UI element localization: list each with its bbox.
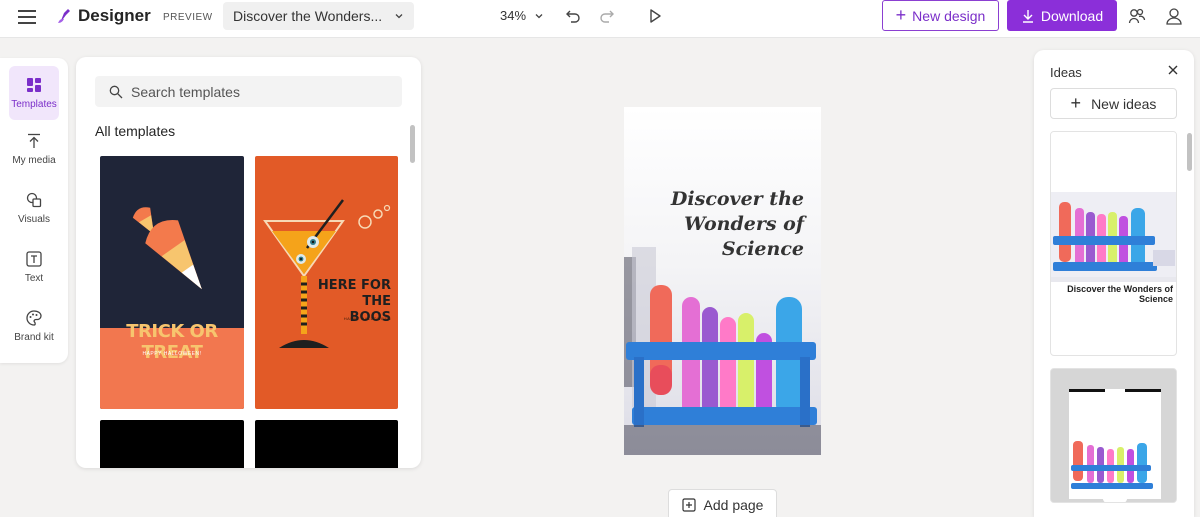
- add-page-label: Add page: [703, 497, 764, 513]
- new-ideas-label: New ideas: [1091, 95, 1157, 112]
- search-box[interactable]: [95, 76, 402, 107]
- rail-item-visuals[interactable]: Visuals: [0, 181, 68, 235]
- app-name: Designer: [78, 6, 151, 25]
- zoom-dropdown[interactable]: 34%: [500, 8, 544, 23]
- search-icon: [109, 85, 123, 98]
- design-canvas[interactable]: Discover the Wonders of Science: [624, 107, 821, 455]
- idea-caption: Discover the Wonders of Science: [1067, 284, 1173, 304]
- rail-item-text[interactable]: Text: [0, 240, 68, 294]
- download-label: Download: [1040, 7, 1104, 24]
- account-icon[interactable]: [1163, 5, 1185, 27]
- idea-card[interactable]: Discover the Wonders of Science: [1050, 131, 1177, 356]
- rail-item-my-media[interactable]: My media: [0, 122, 68, 176]
- palette-icon: [26, 309, 42, 326]
- canvas-title[interactable]: Discover the Wonders of Science: [664, 187, 804, 262]
- rail-item-label: Text: [24, 272, 44, 284]
- add-page-icon: [681, 498, 696, 512]
- document-title: Discover the Wonders...: [233, 8, 383, 24]
- share-icon[interactable]: [1127, 6, 1147, 26]
- template-subtitle: HAPPY HALLOWEEN: [343, 316, 391, 321]
- template-subtitle: HAPPY HALLOWEEN!: [142, 351, 202, 357]
- menu-icon[interactable]: [18, 10, 36, 24]
- chevron-down-icon: [395, 14, 403, 19]
- templates-panel: All templates TRICK OR TREAT HAPPY HALLO…: [76, 57, 421, 468]
- ideas-title: Ideas: [1050, 65, 1082, 80]
- text-icon: [26, 250, 42, 267]
- template-card[interactable]: [100, 420, 244, 468]
- new-ideas-button[interactable]: + New ideas: [1050, 88, 1177, 119]
- undo-icon[interactable]: [563, 6, 583, 26]
- plus-icon: +: [1070, 93, 1082, 113]
- section-title: All templates: [95, 123, 176, 139]
- rail-item-label: Visuals: [17, 213, 51, 225]
- download-button[interactable]: Download: [1007, 0, 1117, 31]
- redo-icon[interactable]: [597, 6, 617, 26]
- shapes-icon: [26, 192, 42, 207]
- upload-icon: [28, 133, 40, 148]
- new-design-button[interactable]: + New design: [882, 0, 999, 31]
- template-card-here-for-the-boos[interactable]: HERE FOR THE BOOS HAPPY HALLOWEEN: [255, 156, 398, 409]
- template-card[interactable]: [255, 420, 398, 468]
- left-rail: Templates My media Visuals Text Brand ki…: [0, 58, 68, 363]
- idea-thumbnail: [1051, 369, 1176, 502]
- idea-card[interactable]: [1050, 368, 1177, 503]
- ideas-scrollbar[interactable]: [1187, 133, 1192, 171]
- close-icon[interactable]: [1165, 62, 1181, 78]
- download-icon: [1022, 9, 1033, 23]
- panel-scrollbar[interactable]: [410, 125, 415, 163]
- zoom-level: 34%: [500, 8, 527, 23]
- idea-thumbnail: [1051, 132, 1176, 282]
- rail-item-brand-kit[interactable]: Brand kit: [0, 299, 68, 353]
- preview-badge: PREVIEW: [163, 12, 213, 23]
- chevron-down-icon: [535, 13, 543, 18]
- candy-corn-illustration: [132, 207, 202, 290]
- new-design-label: New design: [912, 7, 986, 24]
- document-title-dropdown[interactable]: Discover the Wonders...: [223, 2, 414, 30]
- play-icon[interactable]: [645, 6, 665, 26]
- ideas-panel: Ideas + New ideas Discover the Wonders o…: [1034, 50, 1194, 517]
- test-tubes-photo: [624, 107, 821, 455]
- add-page-button[interactable]: Add page: [668, 489, 777, 517]
- designer-logo-icon: [58, 9, 70, 23]
- top-bar: Designer PREVIEW Discover the Wonders...…: [0, 0, 1200, 38]
- templates-icon: [27, 77, 41, 92]
- search-input[interactable]: [131, 83, 391, 100]
- plus-icon: +: [895, 5, 907, 25]
- rail-item-label: My media: [12, 154, 56, 166]
- rail-item-templates[interactable]: Templates: [9, 66, 59, 120]
- template-card-trick-or-treat[interactable]: TRICK OR TREAT HAPPY HALLOWEEN!: [100, 156, 244, 409]
- app-logo[interactable]: Designer: [56, 6, 151, 26]
- rail-item-label: Templates: [11, 98, 57, 110]
- rail-item-label: Brand kit: [14, 331, 54, 343]
